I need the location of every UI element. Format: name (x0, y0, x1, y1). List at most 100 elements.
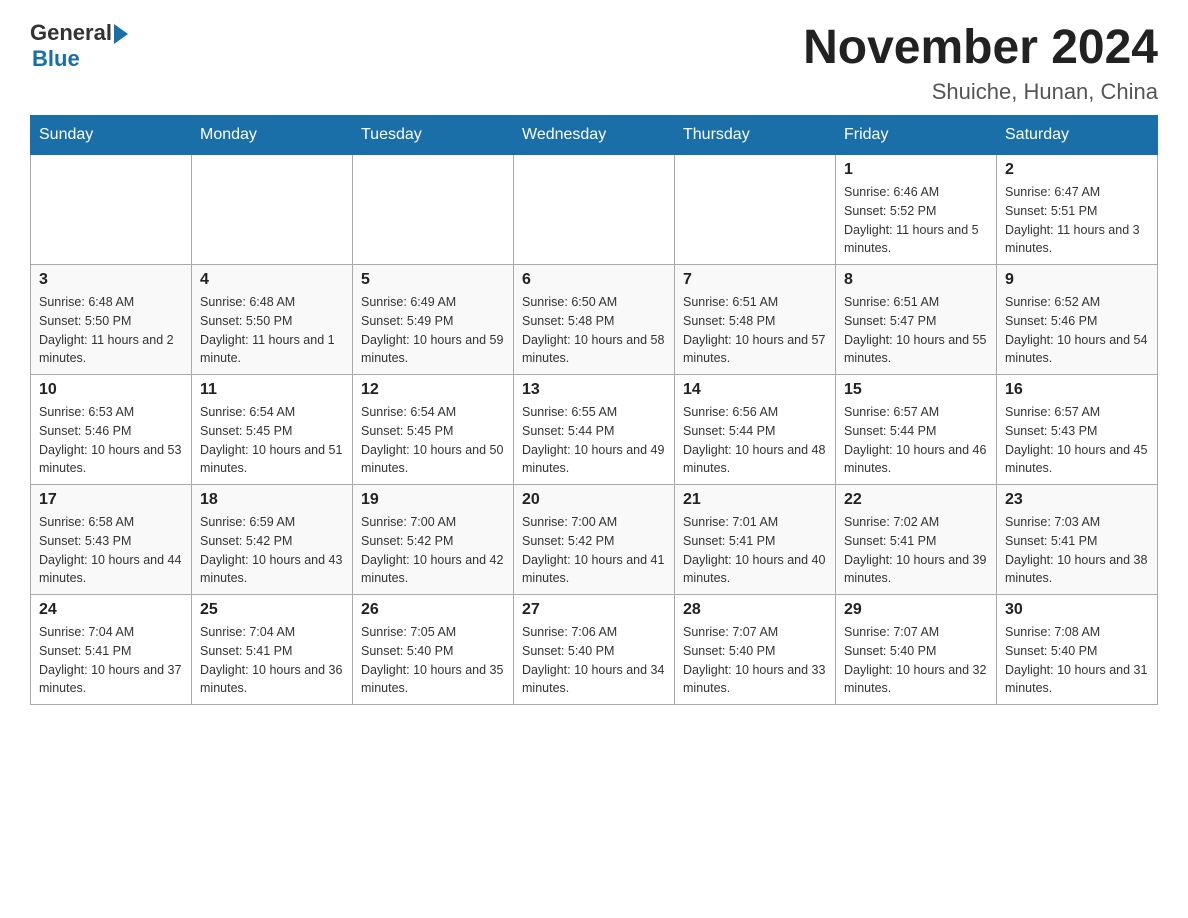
day-info: Sunrise: 7:05 AMSunset: 5:40 PMDaylight:… (361, 623, 505, 698)
day-info: Sunrise: 7:07 AMSunset: 5:40 PMDaylight:… (683, 623, 827, 698)
day-info: Sunrise: 7:01 AMSunset: 5:41 PMDaylight:… (683, 513, 827, 588)
calendar-cell: 11 Sunrise: 6:54 AMSunset: 5:45 PMDayligh… (192, 375, 353, 485)
calendar-cell: 16 Sunrise: 6:57 AMSunset: 5:43 PMDayligh… (997, 375, 1158, 485)
day-info: Sunrise: 7:07 AMSunset: 5:40 PMDaylight:… (844, 623, 988, 698)
day-info: Sunrise: 6:50 AMSunset: 5:48 PMDaylight:… (522, 293, 666, 368)
calendar-table: SundayMondayTuesdayWednesdayThursdayFrid… (30, 115, 1158, 705)
calendar-week-row: 24 Sunrise: 7:04 AMSunset: 5:41 PMDayligh… (31, 595, 1158, 705)
calendar-cell (31, 155, 192, 265)
day-info: Sunrise: 6:46 AMSunset: 5:52 PMDaylight:… (844, 183, 988, 258)
logo-general-text: General (30, 20, 112, 46)
calendar-week-row: 1 Sunrise: 6:46 AMSunset: 5:52 PMDaylight… (31, 155, 1158, 265)
calendar-cell: 20Sunrise: 7:00 AMSunset: 5:42 PMDayligh… (514, 485, 675, 595)
calendar-cell: 1 Sunrise: 6:46 AMSunset: 5:52 PMDaylight… (836, 155, 997, 265)
day-number: 18 (200, 491, 344, 509)
day-info: Sunrise: 6:53 AMSunset: 5:46 PMDaylight:… (39, 403, 183, 478)
calendar-week-row: 10 Sunrise: 6:53 AMSunset: 5:46 PMDayligh… (31, 375, 1158, 485)
calendar-cell: 9 Sunrise: 6:52 AMSunset: 5:46 PMDaylight… (997, 265, 1158, 375)
day-info: Sunrise: 6:49 AMSunset: 5:49 PMDaylight:… (361, 293, 505, 368)
day-number: 14 (683, 381, 827, 399)
day-info: Sunrise: 7:00 AMSunset: 5:42 PMDaylight:… (522, 513, 666, 588)
calendar-cell: 30Sunrise: 7:08 AMSunset: 5:40 PMDayligh… (997, 595, 1158, 705)
day-number: 8 (844, 271, 988, 289)
calendar-cell: 14 Sunrise: 6:56 AMSunset: 5:44 PMDayligh… (675, 375, 836, 485)
day-number: 13 (522, 381, 666, 399)
day-info: Sunrise: 7:06 AMSunset: 5:40 PMDaylight:… (522, 623, 666, 698)
weekday-header-tuesday: Tuesday (353, 116, 514, 155)
calendar-cell: 12 Sunrise: 6:54 AMSunset: 5:45 PMDayligh… (353, 375, 514, 485)
day-number: 6 (522, 271, 666, 289)
calendar-week-row: 3 Sunrise: 6:48 AMSunset: 5:50 PMDaylight… (31, 265, 1158, 375)
calendar-week-row: 17Sunrise: 6:58 AMSunset: 5:43 PMDayligh… (31, 485, 1158, 595)
calendar-cell: 5Sunrise: 6:49 AMSunset: 5:49 PMDaylight… (353, 265, 514, 375)
calendar-cell: 21 Sunrise: 7:01 AMSunset: 5:41 PMDayligh… (675, 485, 836, 595)
day-number: 10 (39, 381, 183, 399)
location-title: Shuiche, Hunan, China (803, 79, 1158, 105)
day-info: Sunrise: 6:47 AMSunset: 5:51 PMDaylight:… (1005, 183, 1149, 258)
day-number: 3 (39, 271, 183, 289)
day-number: 17 (39, 491, 183, 509)
day-number: 23 (1005, 491, 1149, 509)
day-info: Sunrise: 6:54 AMSunset: 5:45 PMDaylight:… (200, 403, 344, 478)
calendar-cell: 13 Sunrise: 6:55 AMSunset: 5:44 PMDayligh… (514, 375, 675, 485)
calendar-cell: 25 Sunrise: 7:04 AMSunset: 5:41 PMDayligh… (192, 595, 353, 705)
calendar-cell: 10 Sunrise: 6:53 AMSunset: 5:46 PMDayligh… (31, 375, 192, 485)
day-info: Sunrise: 6:52 AMSunset: 5:46 PMDaylight:… (1005, 293, 1149, 368)
calendar-cell: 26Sunrise: 7:05 AMSunset: 5:40 PMDayligh… (353, 595, 514, 705)
calendar-cell (514, 155, 675, 265)
day-info: Sunrise: 6:54 AMSunset: 5:45 PMDaylight:… (361, 403, 505, 478)
day-number: 16 (1005, 381, 1149, 399)
day-info: Sunrise: 7:04 AMSunset: 5:41 PMDaylight:… (200, 623, 344, 698)
day-info: Sunrise: 6:57 AMSunset: 5:43 PMDaylight:… (1005, 403, 1149, 478)
day-info: Sunrise: 7:00 AMSunset: 5:42 PMDaylight:… (361, 513, 505, 588)
day-number: 28 (683, 601, 827, 619)
day-number: 22 (844, 491, 988, 509)
calendar-cell: 19 Sunrise: 7:00 AMSunset: 5:42 PMDayligh… (353, 485, 514, 595)
calendar-cell: 28 Sunrise: 7:07 AMSunset: 5:40 PMDayligh… (675, 595, 836, 705)
calendar-cell: 17Sunrise: 6:58 AMSunset: 5:43 PMDayligh… (31, 485, 192, 595)
calendar-cell: 18 Sunrise: 6:59 AMSunset: 5:42 PMDayligh… (192, 485, 353, 595)
day-info: Sunrise: 6:48 AMSunset: 5:50 PMDaylight:… (200, 293, 344, 368)
day-number: 21 (683, 491, 827, 509)
day-number: 2 (1005, 161, 1149, 179)
calendar-cell: 4Sunrise: 6:48 AMSunset: 5:50 PMDaylight… (192, 265, 353, 375)
weekday-header-sunday: Sunday (31, 116, 192, 155)
page-header: General Blue November 2024 Shuiche, Huna… (30, 20, 1158, 105)
day-number: 12 (361, 381, 505, 399)
day-info: Sunrise: 6:48 AMSunset: 5:50 PMDaylight:… (39, 293, 183, 368)
calendar-cell: 3 Sunrise: 6:48 AMSunset: 5:50 PMDaylight… (31, 265, 192, 375)
day-number: 25 (200, 601, 344, 619)
day-number: 27 (522, 601, 666, 619)
calendar-cell: 7Sunrise: 6:51 AMSunset: 5:48 PMDaylight… (675, 265, 836, 375)
day-number: 24 (39, 601, 183, 619)
day-info: Sunrise: 6:55 AMSunset: 5:44 PMDaylight:… (522, 403, 666, 478)
month-title: November 2024 (803, 20, 1158, 75)
day-number: 11 (200, 381, 344, 399)
calendar-cell (353, 155, 514, 265)
day-number: 9 (1005, 271, 1149, 289)
day-number: 15 (844, 381, 988, 399)
logo: General Blue (30, 20, 128, 72)
day-number: 30 (1005, 601, 1149, 619)
day-info: Sunrise: 6:51 AMSunset: 5:47 PMDaylight:… (844, 293, 988, 368)
day-info: Sunrise: 6:56 AMSunset: 5:44 PMDaylight:… (683, 403, 827, 478)
calendar-cell: 29 Sunrise: 7:07 AMSunset: 5:40 PMDayligh… (836, 595, 997, 705)
day-number: 19 (361, 491, 505, 509)
weekday-header-thursday: Thursday (675, 116, 836, 155)
calendar-cell: 27 Sunrise: 7:06 AMSunset: 5:40 PMDayligh… (514, 595, 675, 705)
weekday-header-friday: Friday (836, 116, 997, 155)
calendar-cell: 22 Sunrise: 7:02 AMSunset: 5:41 PMDayligh… (836, 485, 997, 595)
calendar-cell (675, 155, 836, 265)
day-info: Sunrise: 6:57 AMSunset: 5:44 PMDaylight:… (844, 403, 988, 478)
day-info: Sunrise: 7:02 AMSunset: 5:41 PMDaylight:… (844, 513, 988, 588)
day-number: 1 (844, 161, 988, 179)
day-info: Sunrise: 6:59 AMSunset: 5:42 PMDaylight:… (200, 513, 344, 588)
calendar-cell: 6 Sunrise: 6:50 AMSunset: 5:48 PMDaylight… (514, 265, 675, 375)
weekday-header-monday: Monday (192, 116, 353, 155)
logo-blue-text: Blue (32, 46, 128, 72)
weekday-header-row: SundayMondayTuesdayWednesdayThursdayFrid… (31, 116, 1158, 155)
calendar-cell: 23Sunrise: 7:03 AMSunset: 5:41 PMDayligh… (997, 485, 1158, 595)
calendar-cell: 2 Sunrise: 6:47 AMSunset: 5:51 PMDaylight… (997, 155, 1158, 265)
day-number: 29 (844, 601, 988, 619)
title-area: November 2024 Shuiche, Hunan, China (803, 20, 1158, 105)
